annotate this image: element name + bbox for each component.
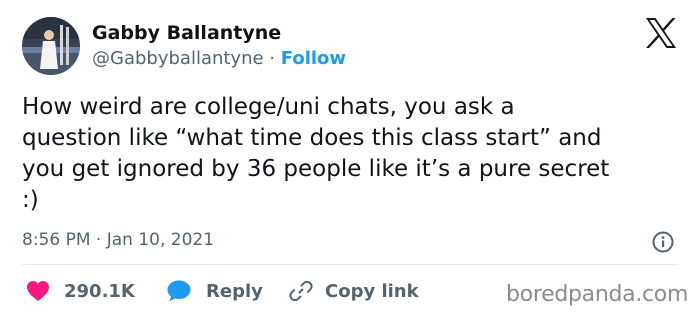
avatar-image — [22, 17, 80, 75]
tweet-text-line: you get ignored by 36 people like it’s a… — [22, 156, 610, 182]
info-icon[interactable] — [652, 231, 674, 253]
reply-button[interactable]: Reply — [166, 279, 263, 303]
link-icon — [289, 280, 313, 302]
author-name[interactable]: Gabby Ballantyne — [92, 22, 281, 44]
heart-icon — [27, 281, 49, 301]
copy-link-button[interactable]: Copy link — [289, 279, 419, 303]
like-count: 290.1K — [64, 280, 135, 302]
reply-label: Reply — [206, 280, 263, 302]
follow-button[interactable]: Follow — [281, 48, 346, 69]
tweet-text-line: question like “what time does this class… — [22, 125, 602, 151]
avatar[interactable] — [22, 17, 80, 75]
watermark: boredpanda.com — [506, 282, 689, 307]
copy-link-label: Copy link — [325, 280, 419, 302]
tweet-timestamp[interactable]: 8:56 PM · Jan 10, 2021 — [22, 230, 214, 250]
like-button[interactable]: 290.1K — [26, 279, 135, 303]
tweet-text: How weird are college/uni chats, you ask… — [22, 92, 686, 216]
reply-bubble-icon — [167, 280, 191, 302]
tweet-text-line: How weird are college/uni chats, you ask… — [22, 94, 515, 120]
tweet-card: Gabby Ballantyne @Gabbyballantyne · Foll… — [0, 0, 700, 318]
divider — [22, 264, 678, 265]
x-logo-icon[interactable] — [645, 18, 677, 48]
author-handle-row: @Gabbyballantyne · Follow — [92, 48, 346, 69]
separator-dot: · — [269, 48, 276, 69]
tweet-text-line: :) — [22, 187, 39, 213]
author-handle[interactable]: @Gabbyballantyne — [92, 48, 264, 69]
